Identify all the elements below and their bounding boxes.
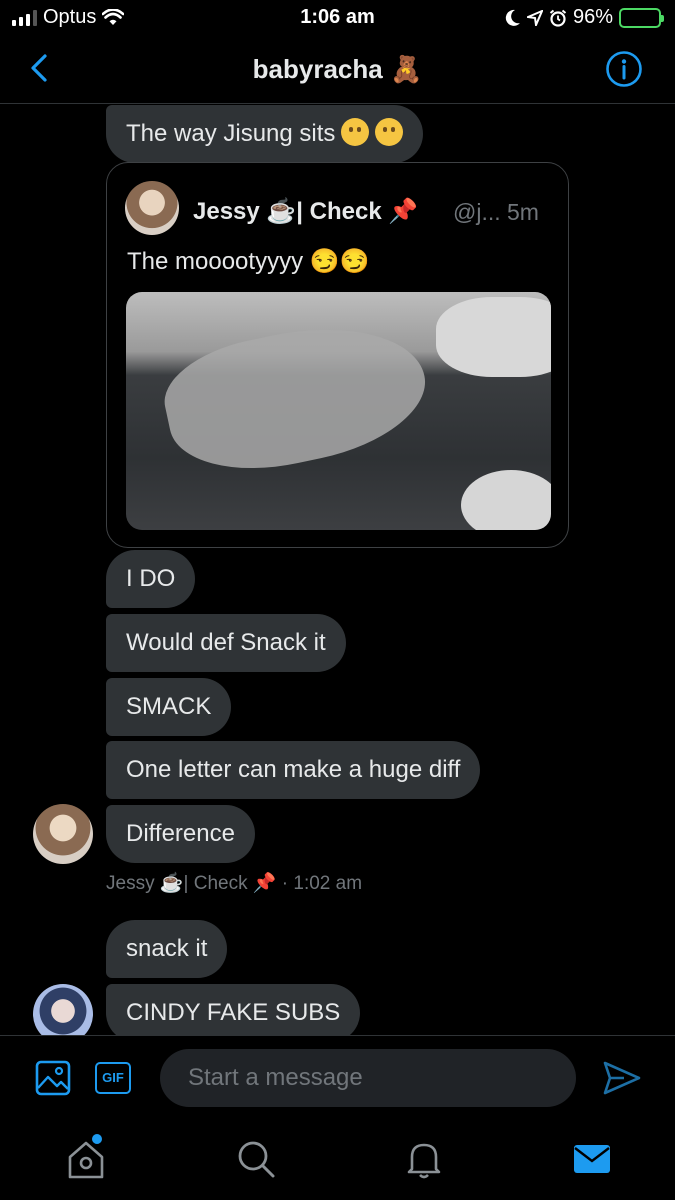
- quoted-tweet-text: The mooootyyyy 😏😏: [127, 248, 370, 275]
- message-text: I DO: [126, 565, 176, 592]
- message-list[interactable]: The way Jisung sits Jessy ☕️| Check 📌 @j…: [0, 105, 675, 1035]
- info-button[interactable]: [605, 50, 643, 88]
- sender-avatar[interactable]: [33, 804, 93, 864]
- conversation-header: babyracha 🧸: [0, 36, 675, 104]
- send-icon: [603, 1061, 641, 1095]
- message-bubble[interactable]: The way Jisung sits: [106, 105, 424, 163]
- tab-search[interactable]: [234, 1137, 278, 1181]
- status-bar: Optus 1:06 am 96%: [0, 0, 675, 36]
- tab-notifications[interactable]: [402, 1137, 446, 1181]
- media-button[interactable]: [35, 1060, 71, 1096]
- send-button[interactable]: [602, 1060, 642, 1096]
- battery-icon: [619, 7, 664, 28]
- message-bubble[interactable]: Difference: [106, 805, 255, 863]
- message-bubble[interactable]: SMACK: [106, 678, 232, 736]
- tab-messages[interactable]: [570, 1137, 614, 1181]
- quoted-tweet-card[interactable]: Jessy ☕️| Check 📌 @j... 5m The mooootyyy…: [106, 162, 569, 548]
- bell-icon: [407, 1143, 441, 1179]
- info-icon: [606, 51, 642, 87]
- quoted-author-avatar: [125, 181, 179, 235]
- image-icon: [35, 1060, 71, 1096]
- home-icon: [68, 1141, 104, 1179]
- message-text: CINDY FAKE SUBS: [126, 999, 341, 1026]
- message-text: Would def Snack it: [126, 629, 326, 656]
- message-composer: GIF: [0, 1035, 675, 1125]
- message-text: The way Jisung sits: [126, 120, 336, 147]
- slight-smile-emoji-icon: [341, 118, 370, 146]
- status-right: 96%: [505, 6, 664, 29]
- message-text: snack it: [126, 935, 208, 962]
- quoted-handle-time: @j... 5m: [453, 199, 539, 225]
- message-text: Difference: [126, 820, 235, 847]
- message-bubble[interactable]: snack it: [106, 920, 228, 978]
- search-icon: [238, 1141, 275, 1178]
- message-bubble[interactable]: I DO: [106, 550, 196, 608]
- message-text: One letter can make a huge diff: [126, 756, 461, 783]
- tab-home[interactable]: [64, 1137, 108, 1181]
- conversation-title[interactable]: babyracha 🧸: [0, 54, 675, 85]
- sender-avatar[interactable]: [33, 984, 93, 1035]
- message-text: SMACK: [126, 693, 212, 720]
- mail-icon: [574, 1145, 610, 1173]
- slight-smile-emoji-icon: [375, 118, 404, 146]
- quoted-tweet-image[interactable]: [126, 292, 551, 530]
- notification-dot: [92, 1134, 102, 1144]
- message-bubble[interactable]: CINDY FAKE SUBS: [106, 984, 361, 1035]
- location-icon: [526, 9, 543, 26]
- gif-button[interactable]: GIF: [95, 1062, 131, 1094]
- message-bubble[interactable]: Would def Snack it: [106, 614, 346, 672]
- message-input[interactable]: [160, 1049, 576, 1107]
- alarm-icon: [549, 9, 567, 27]
- battery-percent: 96%: [572, 6, 613, 28]
- quoted-author-name: Jessy ☕️| Check 📌: [193, 198, 419, 225]
- message-bubble[interactable]: One letter can make a huge diff: [106, 741, 481, 799]
- moon-icon: [505, 9, 520, 26]
- message-meta: Jessy ☕️| Check 📌 · 1:02 am: [106, 873, 363, 894]
